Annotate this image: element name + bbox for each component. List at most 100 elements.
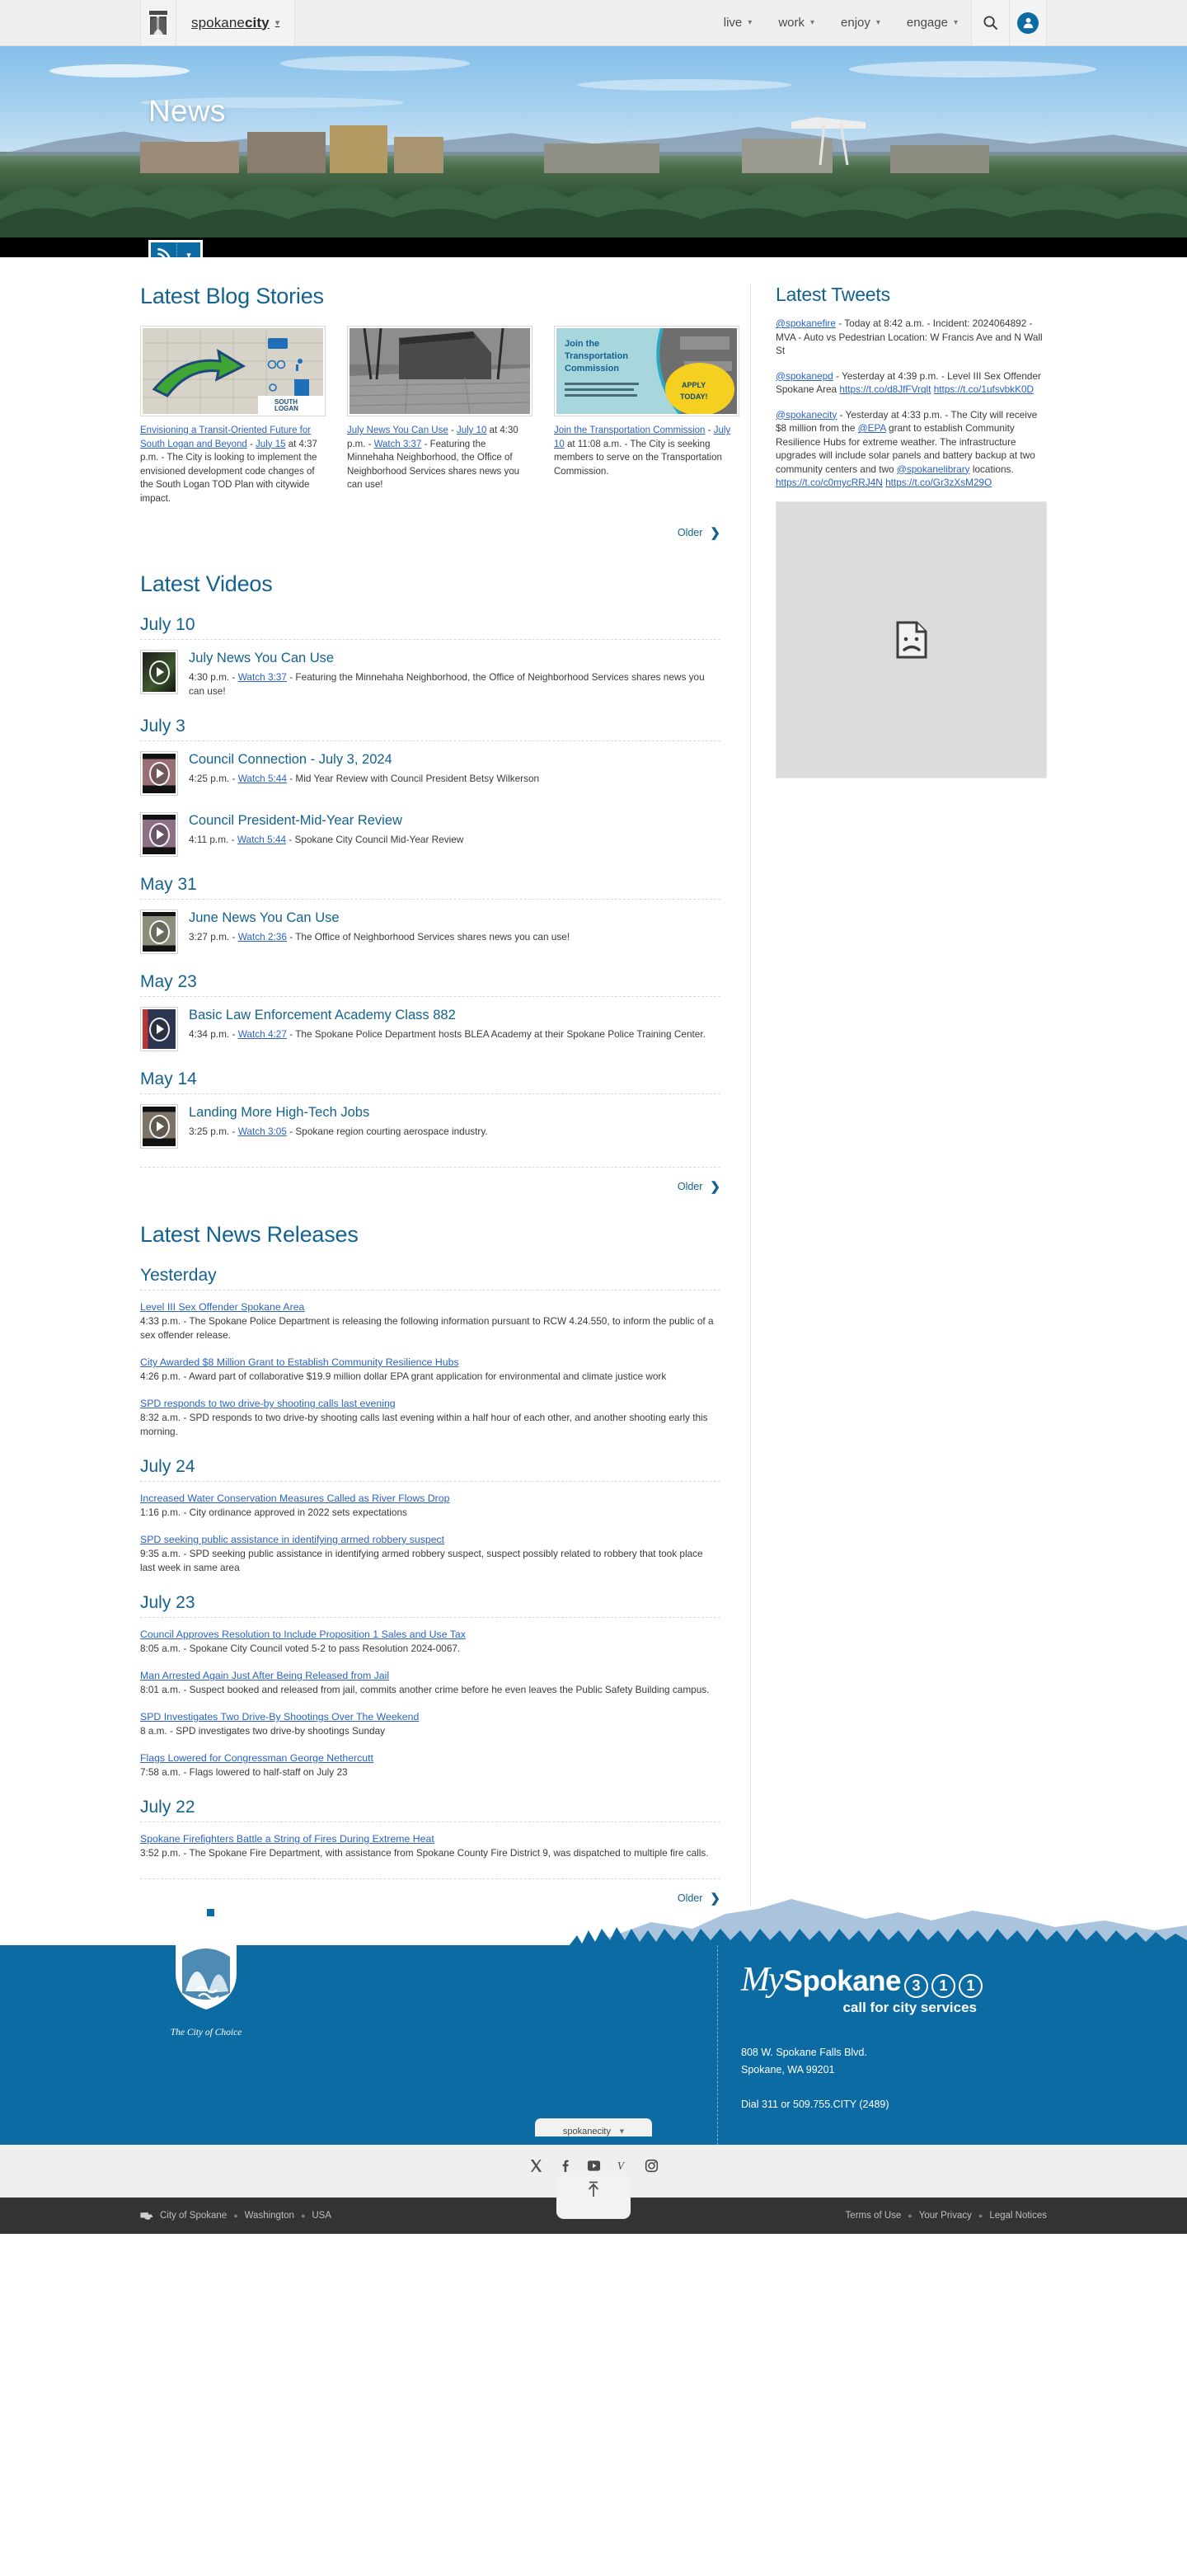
blog-card-date-link[interactable]: July 15 [256,440,285,449]
video-watch-link[interactable]: Watch 4:27 [238,1028,287,1040]
broken-image-icon [896,621,927,658]
nav-item-work[interactable]: work ▾ [765,0,828,45]
top-navigation-bar: spokane city ▾ live ▾ work ▾ enjoy ▾ enga… [0,0,1187,46]
video-meta: 3:25 p.m. - Watch 3:05 - Spokane region … [189,1125,488,1139]
news-date-heading: July 23 [140,1593,195,1612]
chevron-right-icon: ❯ [710,1180,720,1194]
tweet-handle-link[interactable]: @spokanecity [776,409,837,421]
tweet-handle-link[interactable]: @spokanepd [776,370,833,382]
tweet-url-link[interactable]: https://t.co/c0mycRRJ4N [776,477,883,488]
nav-item-enjoy-label: enjoy [841,16,870,30]
social-link-instagram[interactable] [639,2153,664,2178]
social-link-vimeo[interactable]: V [610,2153,635,2178]
news-title-link[interactable]: SPD responds to two drive-by shooting ca… [140,1398,396,1409]
tweet-url-link[interactable]: https://t.co/1ufsvbkK0D [934,383,1034,395]
bottom-link-city-of-spokane[interactable]: City of Spokane [160,2211,227,2221]
blog-card-watch-link[interactable]: Watch 3:37 [374,440,422,449]
video-thumbnail[interactable] [140,1007,178,1051]
svg-text:Join the: Join the [565,339,599,349]
video-title-link[interactable]: Basic Law Enforcement Academy Class 882 [189,1007,706,1023]
bottom-link-washington[interactable]: Washington [245,2211,294,2221]
tweet-url-link[interactable]: https://t.co/Gr3zXsM29O [885,477,992,488]
blog-card-date-link[interactable]: July 10 [457,425,486,435]
nav-item-enjoy[interactable]: enjoy ▾ [828,0,894,45]
video-watch-link[interactable]: Watch 3:37 [238,671,287,683]
blog-thumbnail-transportation-commission[interactable]: APPLY TODAY! Join the Transportation Com… [554,326,739,416]
play-button-icon [148,761,170,786]
video-time: 3:25 p.m. [189,1126,230,1137]
blog-card-title-link[interactable]: July News You Can Use [347,425,448,435]
cloud-decor [49,64,190,78]
search-button[interactable] [971,0,1009,45]
tweet-handle-link[interactable]: @spokanefire [776,317,836,329]
blog-thumbnail-minnehaha[interactable] [347,326,533,416]
video-title-link[interactable]: June News You Can Use [189,910,570,926]
video-watch-link[interactable]: Watch 2:36 [238,931,287,942]
video-title-link[interactable]: Council Connection - July 3, 2024 [189,751,539,768]
footer-call-for-services: call for city services [842,2000,977,2015]
my-spokane-311-logo[interactable]: My Spokane 3 1 1 [741,1963,983,1998]
bottom-link-legal-notices[interactable]: Legal Notices [989,2211,1047,2221]
latest-news-releases-section: Latest News Releases Yesterday Level III… [140,1222,720,1906]
video-thumbnail[interactable] [140,1104,178,1149]
blog-card-title-link[interactable]: Envisioning a Transit-Oriented Future fo… [140,425,311,449]
divider [140,740,720,741]
social-link-x[interactable] [523,2153,548,2178]
tweet-mention-epa-link[interactable]: @EPA [858,422,886,434]
city-seal-logo-icon[interactable] [140,0,176,45]
news-title-link[interactable]: SPD seeking public assistance in identif… [140,1534,444,1545]
account-button[interactable] [1009,0,1047,45]
bottom-link-usa[interactable]: USA [312,2211,331,2221]
video-watch-link[interactable]: Watch 3:05 [238,1126,287,1137]
blog-card-title-link[interactable]: Join the Transportation Commission [554,425,705,435]
blog-thumbnail-south-logan[interactable]: SOUTH LOGAN [140,326,326,416]
chevron-down-icon: ▾ [274,18,280,28]
social-tab[interactable]: spokanecity ▾ [535,2118,652,2136]
rss-dropdown-button[interactable]: ▾ [177,242,200,257]
bottom-link-terms-of-use[interactable]: Terms of Use [846,2211,902,2221]
back-to-top-button[interactable] [556,2176,631,2219]
bottom-bar-left: City of Spokane ● Washington ● USA [140,2211,331,2221]
video-title-link[interactable]: Landing More High-Tech Jobs [189,1104,488,1121]
news-body: 1:16 p.m. - City ordinance approved in 2… [140,1507,407,1518]
video-thumbnail[interactable] [140,751,178,796]
tweet-url-link[interactable]: https://t.co/d8JfFVrqlt [839,383,931,395]
social-tab-label: spokanecity [562,2127,611,2136]
news-title-link[interactable]: Spokane Firefighters Battle a String of … [140,1833,434,1845]
news-title-link[interactable]: Flags Lowered for Congressman George Net… [140,1752,373,1764]
video-thumbnail[interactable] [140,650,178,694]
news-title-link[interactable]: Man Arrested Again Just After Being Rele… [140,1670,389,1681]
video-thumbnail[interactable] [140,910,178,954]
rss-feed-icon [157,248,171,257]
video-item: June News You Can Use 3:27 p.m. - Watch … [140,910,720,954]
social-link-facebook[interactable] [552,2153,577,2178]
nav-item-live[interactable]: live ▾ [711,0,766,45]
news-date-heading: Yesterday [140,1266,217,1285]
blog-older-link[interactable]: Older ❯ [678,525,720,540]
tweet-mention-library-link[interactable]: @spokanelibrary [897,463,970,475]
news-title-link[interactable]: City Awarded $8 Million Grant to Establi… [140,1356,459,1368]
news-date-heading: July 22 [140,1798,195,1817]
video-watch-link[interactable]: Watch 5:44 [237,834,286,845]
play-button-icon [148,660,170,684]
nav-item-engage[interactable]: engage ▾ [894,0,971,45]
video-title-link[interactable]: July News You Can Use [189,650,720,666]
news-item: SPD responds to two drive-by shooting ca… [140,1397,720,1439]
bottom-link-your-privacy[interactable]: Your Privacy [919,2211,972,2221]
videos-older-link[interactable]: Older ❯ [678,1179,720,1194]
video-date-heading: May 14 [140,1069,197,1088]
main-column: Latest Blog Stories SOUTH LOGAN Envision… [140,284,750,1906]
svg-text:Transportation: Transportation [565,351,628,361]
blog-card-summary: The City is looking to implement the env… [140,453,317,504]
news-title-link[interactable]: SPD Investigates Two Drive-By Shootings … [140,1711,419,1723]
social-link-youtube[interactable] [581,2153,606,2178]
news-title-link[interactable]: Level III Sex Offender Spokane Area [140,1301,304,1313]
brand-home-link[interactable]: spokane city ▾ [176,0,296,45]
news-title-link[interactable]: Increased Water Conservation Measures Ca… [140,1492,449,1504]
chevron-down-icon: ▾ [619,2127,625,2136]
video-watch-link[interactable]: Watch 5:44 [238,773,287,784]
video-title-link[interactable]: Council President-Mid-Year Review [189,812,463,829]
video-thumbnail[interactable] [140,812,178,857]
rss-feed-button[interactable] [151,242,177,257]
news-title-link[interactable]: Council Approves Resolution to Include P… [140,1629,466,1640]
